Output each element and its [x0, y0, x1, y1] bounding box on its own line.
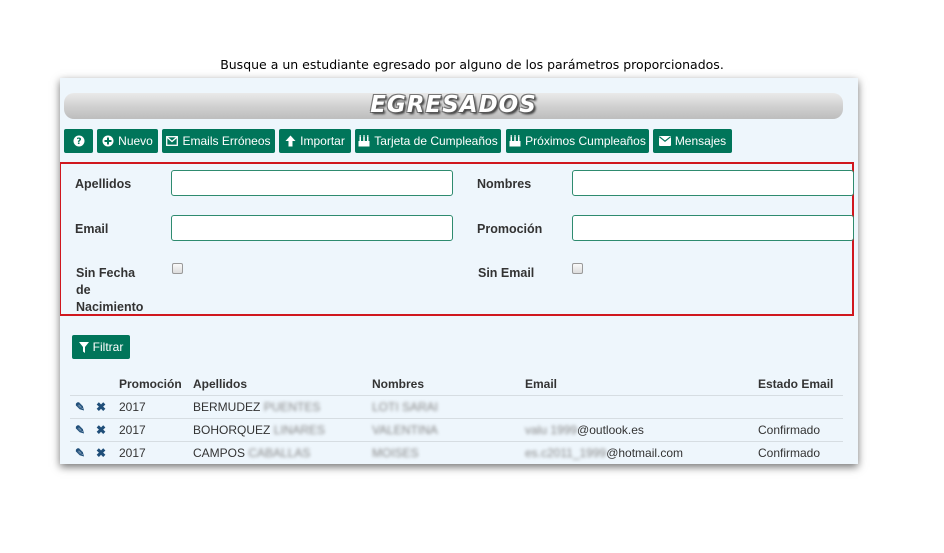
- filtrar-button[interactable]: Filtrar: [72, 335, 130, 359]
- table-row: ✎ ✖ 2017 BOHORQUEZ LINARES VALENTINA val…: [70, 418, 843, 441]
- apellidos-label: Apellidos: [75, 177, 132, 191]
- email-domain: @outlook.es: [577, 423, 644, 437]
- header-apellidos[interactable]: Apellidos: [193, 377, 247, 391]
- email-user-redacted: valu 1999: [525, 423, 578, 437]
- apellido-materno-redacted: PUENTES: [263, 400, 321, 414]
- apellido-materno-redacted: LINARES: [273, 423, 326, 437]
- cell-nombres-redacted: LOTI SARAI: [372, 400, 439, 414]
- tarjeta-cumpleanos-button[interactable]: Tarjeta de Cumpleaños: [355, 129, 501, 153]
- header-promocion[interactable]: Promoción: [119, 377, 182, 391]
- search-form: Apellidos Nombres Email Promoción Sin Fe…: [60, 162, 854, 316]
- nuevo-button[interactable]: Nuevo: [97, 129, 158, 153]
- page-banner: EGRESADOS: [64, 92, 843, 119]
- apellido-paterno: BERMUDEZ: [193, 400, 261, 414]
- email-input[interactable]: [171, 215, 453, 241]
- birthday-cake-icon: [358, 135, 370, 147]
- cell-promocion: 2017: [119, 400, 146, 414]
- envelope-icon: [166, 136, 179, 146]
- cell-nombres-redacted: MOISES: [372, 446, 419, 460]
- mensajes-label: Mensajes: [674, 134, 727, 148]
- nuevo-label: Nuevo: [118, 134, 153, 148]
- table-row: ✎ ✖ 2017 CAMPOS CABALLAS MOISES es.c2011…: [70, 441, 843, 464]
- delete-icon[interactable]: ✖: [96, 400, 106, 414]
- question-circle-icon: ?: [73, 135, 84, 147]
- cell-promocion: 2017: [119, 423, 146, 437]
- instruction-caption: Busque a un estudiante egresado por algu…: [220, 57, 724, 72]
- apellido-paterno: CAMPOS: [193, 446, 246, 460]
- arrow-up-icon: [285, 135, 296, 147]
- importar-label: Importar: [300, 134, 345, 148]
- header-email[interactable]: Email: [525, 377, 557, 391]
- cell-email: es.c2011_1999@hotmail.com: [525, 446, 683, 460]
- sin-email-label: Sin Email: [478, 266, 535, 280]
- sin-fecha-label-line3: Nacimiento: [76, 300, 144, 314]
- cell-nombres-redacted: VALENTINA: [372, 423, 438, 437]
- emails-erroneos-label: Emails Erróneos: [182, 134, 271, 148]
- help-button[interactable]: ?: [64, 129, 93, 153]
- promocion-input[interactable]: [572, 215, 854, 241]
- apellido-materno-redacted: CABALLAS: [248, 446, 311, 460]
- sin-fecha-label: Sin Fecha de Nacimiento: [76, 265, 143, 316]
- nombres-label: Nombres: [477, 177, 532, 191]
- svg-text:?: ?: [76, 137, 81, 147]
- plus-circle-icon: [102, 135, 114, 147]
- nombres-input[interactable]: [572, 170, 854, 196]
- proximos-cumpleanos-button[interactable]: Próximos Cumpleaños: [506, 129, 649, 153]
- delete-icon[interactable]: ✖: [96, 446, 106, 460]
- email-label: Email: [75, 222, 109, 236]
- sin-fecha-label-line2: de: [76, 283, 91, 297]
- app-window: EGRESADOS ? Nuevo Emails Erróneos Import…: [60, 78, 858, 464]
- sin-fecha-label-line1: Sin Fecha: [76, 266, 136, 280]
- sin-fecha-checkbox[interactable]: [172, 263, 183, 274]
- filtrar-label: Filtrar: [92, 340, 124, 354]
- birthday-cake-icon: [509, 135, 521, 147]
- page-title: EGRESADOS: [370, 92, 537, 118]
- cell-estado: Confirmado: [758, 446, 821, 460]
- cell-estado: Confirmado: [758, 423, 821, 437]
- cell-apellidos: BOHORQUEZ LINARES: [193, 423, 325, 437]
- edit-icon[interactable]: ✎: [75, 400, 85, 414]
- table-row: ✎ ✖ 2017 BERMUDEZ PUENTES LOTI SARAI: [70, 395, 843, 418]
- cell-email: valu 1999@outlook.es: [525, 423, 644, 437]
- email-user-redacted: es.c2011_1999: [525, 446, 607, 460]
- envelope-icon: [658, 136, 671, 146]
- edit-icon[interactable]: ✎: [75, 423, 85, 437]
- header-nombres[interactable]: Nombres: [372, 377, 424, 391]
- delete-icon[interactable]: ✖: [96, 423, 106, 437]
- apellidos-input[interactable]: [171, 170, 453, 196]
- proximos-cumpleanos-label: Próximos Cumpleaños: [525, 134, 646, 148]
- importar-button[interactable]: Importar: [279, 129, 351, 153]
- tarjeta-cumpleanos-label: Tarjeta de Cumpleaños: [374, 134, 498, 148]
- header-estado-email[interactable]: Estado Email: [758, 377, 833, 391]
- email-domain: @hotmail.com: [606, 446, 684, 460]
- cell-promocion: 2017: [119, 446, 146, 460]
- apellido-paterno: BOHORQUEZ: [193, 423, 271, 437]
- filter-icon: [78, 341, 89, 353]
- emails-erroneos-button[interactable]: Emails Erróneos: [162, 129, 275, 153]
- cell-apellidos: CAMPOS CABALLAS: [193, 446, 310, 460]
- mensajes-button[interactable]: Mensajes: [653, 129, 732, 153]
- cell-apellidos: BERMUDEZ PUENTES: [193, 400, 320, 414]
- sin-email-checkbox[interactable]: [572, 263, 583, 274]
- promocion-label: Promoción: [477, 222, 543, 236]
- edit-icon[interactable]: ✎: [75, 446, 85, 460]
